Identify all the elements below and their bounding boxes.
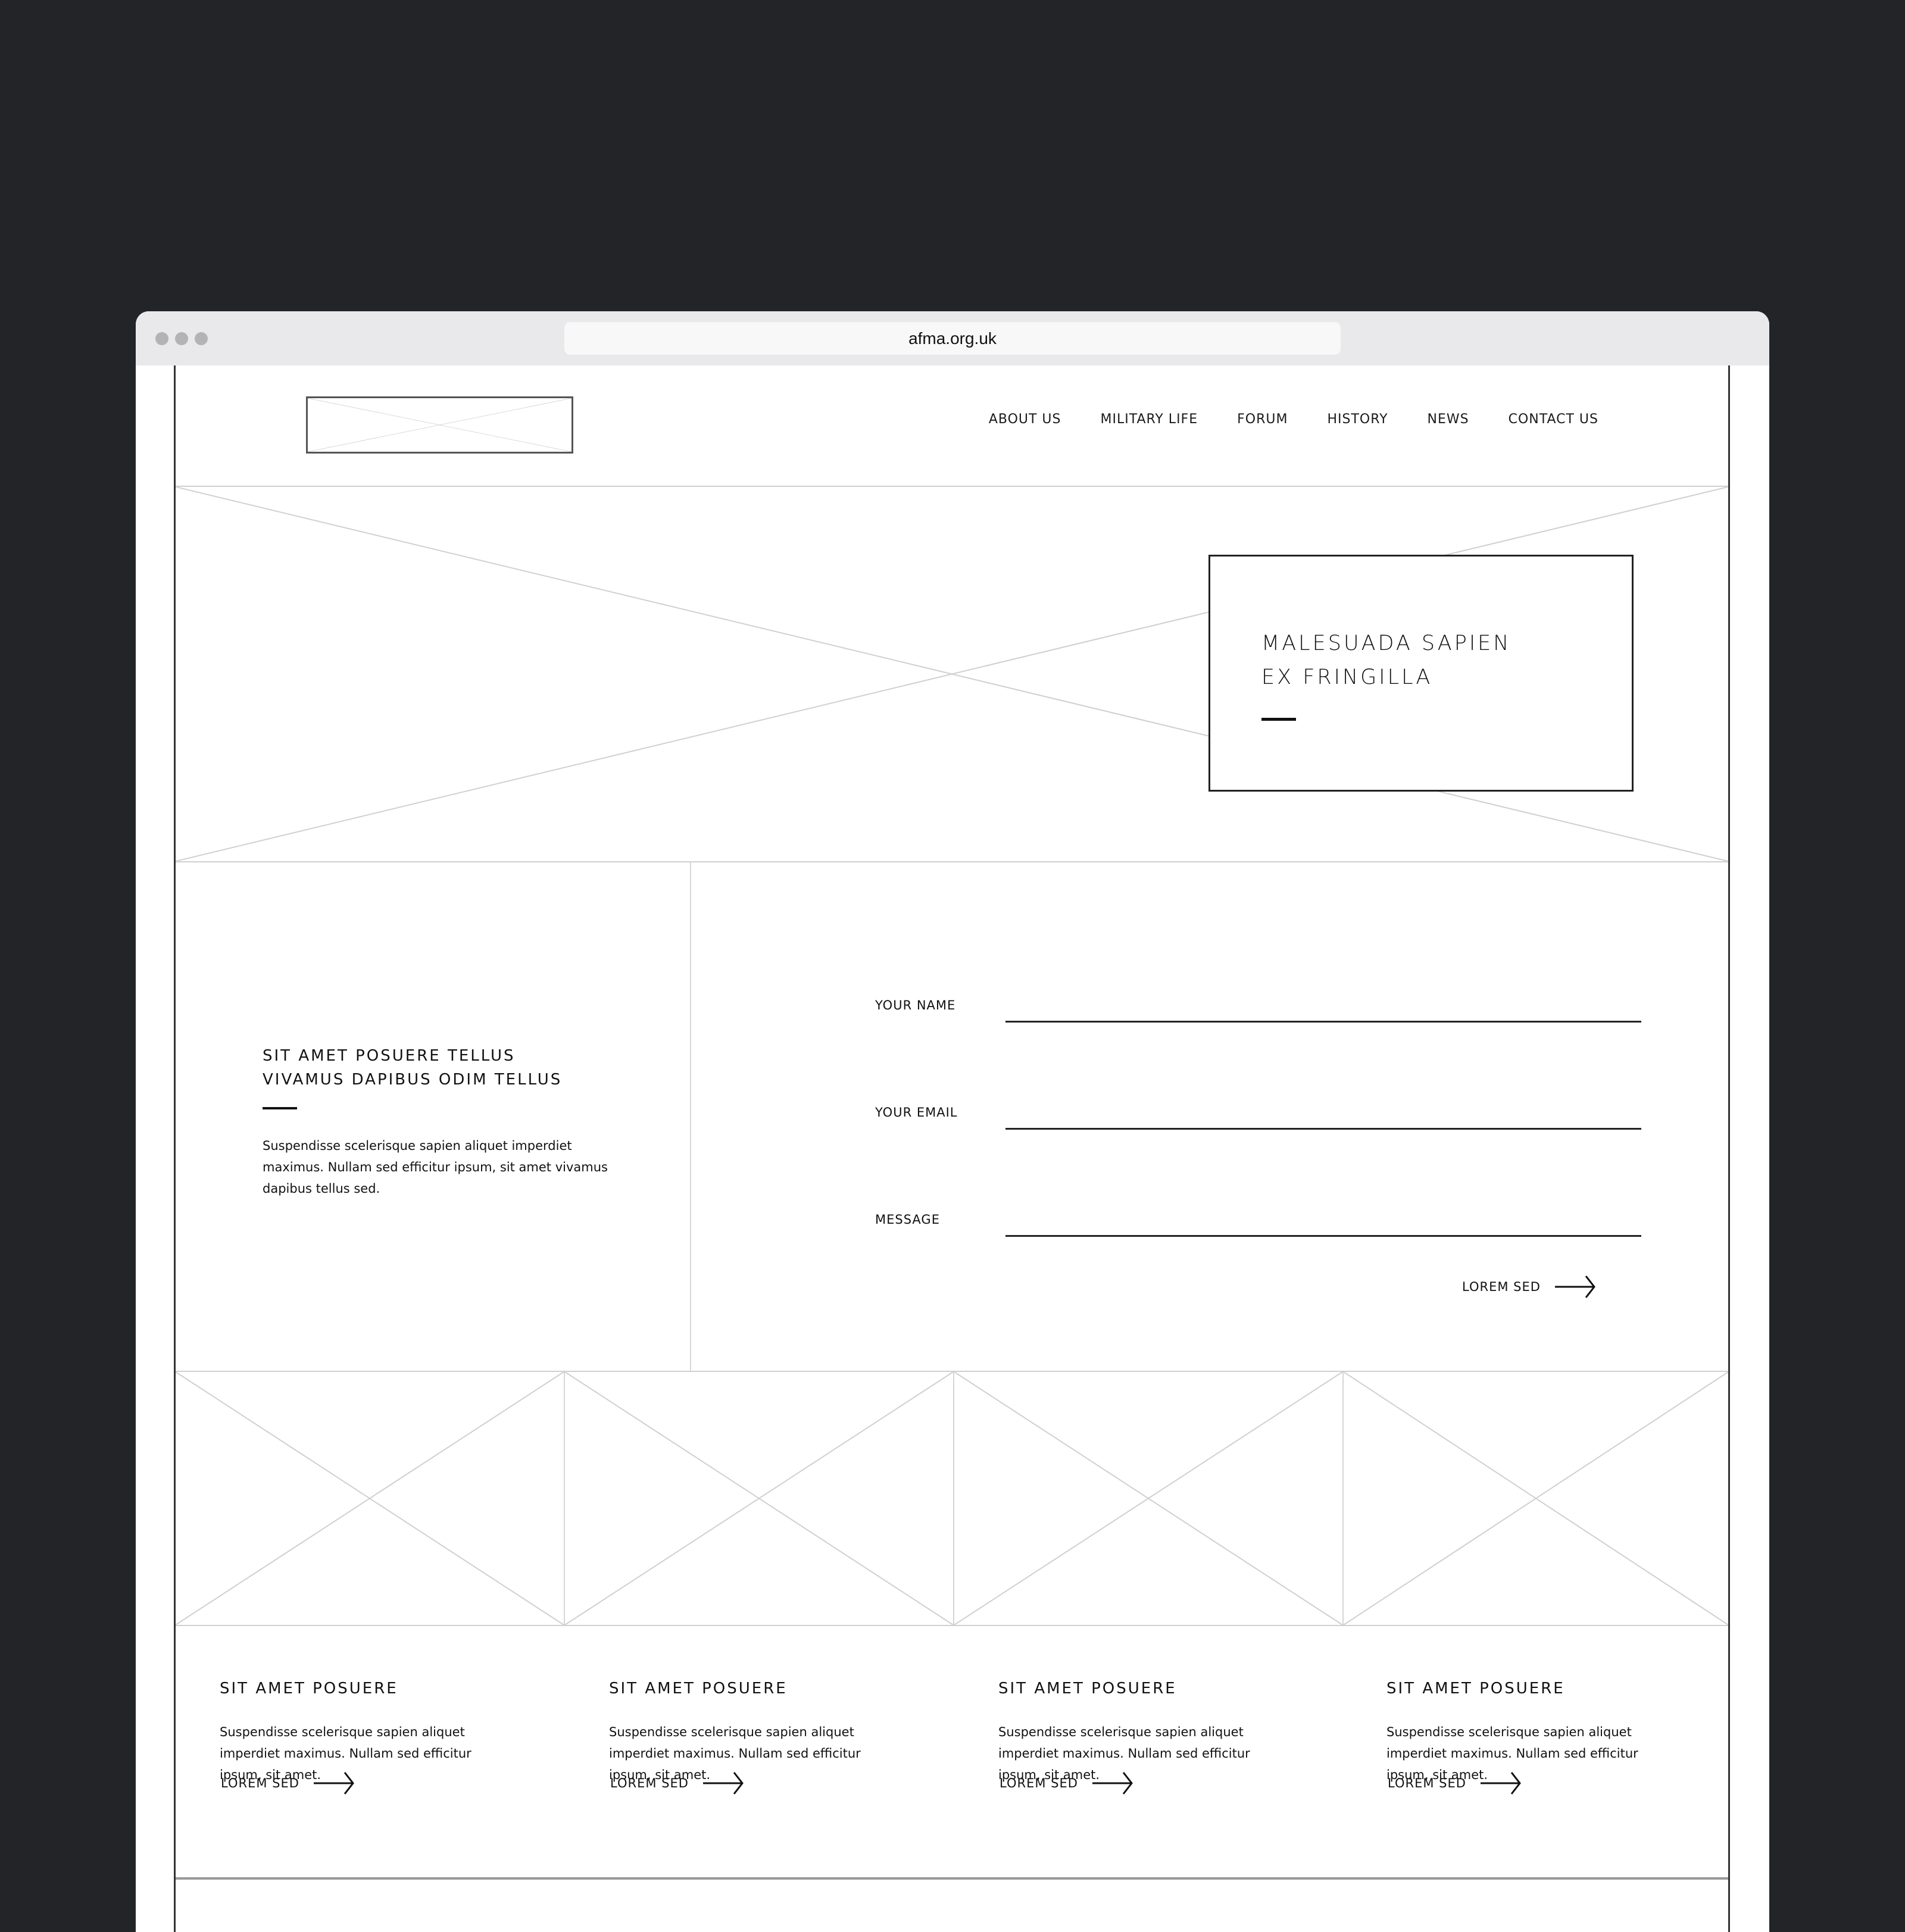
card-title: SIT AMET POSUERE [220,1680,398,1697]
nav-forum[interactable]: FORUM [1237,412,1288,427]
tile-image-placeholder[interactable] [954,1372,1344,1625]
site-header: ABOUT US MILITARY LIFE FORUM HISTORY NEW… [176,365,1728,487]
window-minimize-dot[interactable] [175,332,188,345]
card: SIT AMET POSUERE Suspendisse scelerisque… [565,1626,954,1877]
browser-window: afma.org.uk ABOUT US MILITARY LIFE FORUM… [136,311,1769,1932]
nav-about-us[interactable]: ABOUT US [989,412,1061,427]
card: SIT AMET POSUERE Suspendisse scelerisque… [1342,1626,1732,1877]
arrow-right-icon [1092,1772,1133,1795]
card-title: SIT AMET POSUERE [998,1680,1177,1697]
main-nav: ABOUT US MILITARY LIFE FORUM HISTORY NEW… [950,412,1598,427]
card-title: SIT AMET POSUERE [1386,1680,1565,1697]
hero-card: MALESUADA SAPIEN EX FRINGILLA [1208,555,1634,792]
card: SIT AMET POSUERE Suspendisse scelerisque… [176,1626,565,1877]
hero-title-line-1: MALESUADA SAPIEN [1261,632,1511,655]
card-link-label: LOREM SED [1000,1776,1078,1790]
section-divider [690,862,691,1371]
image-placeholder-icon [565,1372,953,1625]
submit-button[interactable]: LOREM SED [1462,1275,1595,1299]
form-row-name: YOUR NAME [875,998,1679,1023]
card-link-label: LOREM SED [610,1776,689,1790]
image-grid [176,1372,1728,1626]
arrow-right-icon [313,1772,354,1795]
email-label: YOUR EMAIL [875,1105,958,1120]
logo-placeholder[interactable] [306,396,573,454]
arrow-right-icon [702,1772,744,1795]
intro-title-line-2: VIVAMUS DAPIBUS ODIM TELLUS [263,1071,563,1089]
nav-contact-us[interactable]: CONTACT US [1509,412,1598,427]
form-row-email: YOUR EMAIL [875,1105,1679,1130]
window-close-dot[interactable] [155,332,168,345]
hero-accent-dash [1261,718,1296,721]
cards-section: SIT AMET POSUERE Suspendisse scelerisque… [176,1626,1728,1880]
image-placeholder-icon [954,1372,1342,1625]
card-link[interactable]: LOREM SED [221,1771,354,1795]
form-row-message: MESSAGE [875,1212,1679,1237]
card-link[interactable]: LOREM SED [1388,1771,1521,1795]
arrow-right-icon [1554,1276,1595,1298]
page-content: ABOUT US MILITARY LIFE FORUM HISTORY NEW… [174,365,1730,1932]
card-link[interactable]: LOREM SED [610,1771,744,1795]
intro-title: SIT AMET POSUERE TELLUS VIVAMUS DAPIBUS … [263,1044,562,1092]
name-label: YOUR NAME [875,998,956,1012]
contact-section: SIT AMET POSUERE TELLUS VIVAMUS DAPIBUS … [176,862,1728,1372]
message-label: MESSAGE [875,1212,940,1227]
card: SIT AMET POSUERE Suspendisse scelerisque… [954,1626,1344,1877]
tile-image-placeholder[interactable] [565,1372,954,1625]
submit-label: LOREM SED [1462,1280,1541,1294]
intro-title-line-1: SIT AMET POSUERE TELLUS [263,1047,516,1065]
window-maximize-dot[interactable] [195,332,208,345]
image-placeholder-icon [176,1372,564,1625]
hero-title-line-2: EX FRINGILLA [1261,665,1433,689]
url-text: afma.org.uk [908,329,997,348]
browser-chrome: afma.org.uk [136,311,1769,365]
card-title: SIT AMET POSUERE [609,1680,788,1697]
hero-title: MALESUADA SAPIEN EX FRINGILLA [1261,627,1511,695]
tile-image-placeholder[interactable] [1344,1372,1728,1625]
message-field[interactable] [1005,1218,1641,1237]
nav-military-life[interactable]: MILITARY LIFE [1101,412,1198,427]
hero-section: MALESUADA SAPIEN EX FRINGILLA [176,487,1728,862]
arrow-right-icon [1480,1772,1521,1795]
card-link-label: LOREM SED [221,1776,299,1790]
email-field[interactable] [1005,1111,1641,1130]
name-field[interactable] [1005,1004,1641,1023]
image-placeholder-icon [1344,1372,1728,1625]
tile-image-placeholder[interactable] [176,1372,565,1625]
card-link[interactable]: LOREM SED [1000,1771,1133,1795]
intro-accent-dash [263,1107,297,1109]
nav-news[interactable]: NEWS [1428,412,1469,427]
address-bar[interactable]: afma.org.uk [564,322,1341,355]
card-link-label: LOREM SED [1388,1776,1466,1790]
intro-body: Suspendisse scelerisque sapien aliquet i… [263,1139,608,1196]
nav-history[interactable]: HISTORY [1327,412,1388,427]
image-placeholder-icon [308,398,572,452]
